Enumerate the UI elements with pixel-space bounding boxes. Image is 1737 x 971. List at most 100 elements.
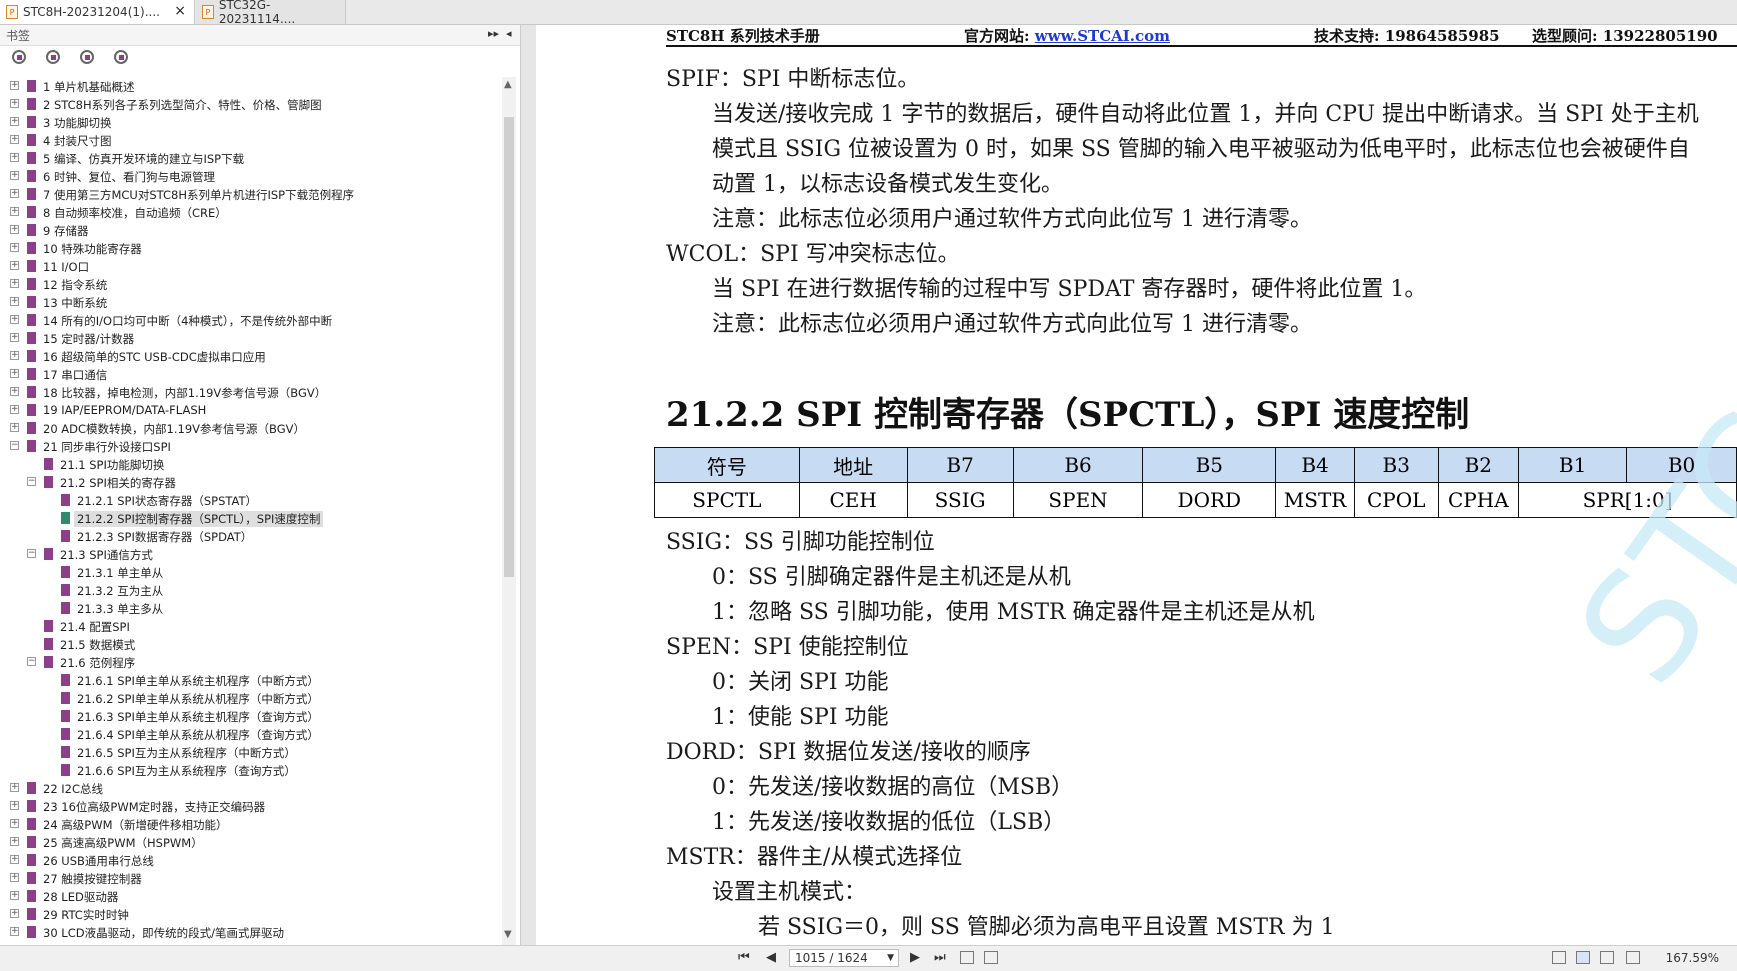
bookmark-item[interactable]: 21.6.3 SPI单主单从系统主机程序（查询方式） <box>0 707 500 725</box>
find-bookmark-icon[interactable] <box>114 50 128 64</box>
expand-icon[interactable]: + <box>10 801 19 810</box>
expand-icon[interactable]: + <box>10 243 19 252</box>
continuous-view-icon[interactable] <box>1576 951 1590 964</box>
fit-width-icon[interactable] <box>984 951 998 964</box>
bookmark-item[interactable]: 21.3.1 单主单从 <box>0 563 500 581</box>
tab-stc8h[interactable]: P STC8H-20231204(1).... × <box>0 0 195 24</box>
expand-icon[interactable]: + <box>10 153 19 162</box>
bookmark-item[interactable]: +25 高速高级PWM（HSPWM） <box>0 833 500 851</box>
bookmark-item[interactable]: +8 自动频率校准，自动追频（CRE） <box>0 203 500 221</box>
facing-view-icon[interactable] <box>1600 951 1614 964</box>
next-page-icon[interactable]: ▶ <box>910 950 920 965</box>
bookmarks-scrollbar[interactable]: ▲ ▼ <box>502 77 516 947</box>
bookmark-item[interactable]: +26 USB通用串行总线 <box>0 851 500 869</box>
expand-icon[interactable]: + <box>10 405 19 414</box>
expand-icon[interactable]: + <box>10 99 19 108</box>
bookmark-item[interactable]: +11 I/O口 <box>0 257 500 275</box>
expand-icon[interactable]: + <box>10 81 19 90</box>
zoom-level[interactable]: 167.59% <box>1666 951 1719 965</box>
bookmark-item[interactable]: +18 比较器，掉电检测，内部1.19V参考信号源（BGV） <box>0 383 500 401</box>
expand-icon[interactable]: + <box>10 783 19 792</box>
chevron-down-icon[interactable]: ▼ <box>887 953 894 963</box>
single-page-view-icon[interactable] <box>1552 951 1566 964</box>
bookmark-item[interactable]: +20 ADC模数转换，内部1.19V参考信号源（BGV） <box>0 419 500 437</box>
scroll-down-icon[interactable]: ▼ <box>504 929 512 940</box>
expand-icon[interactable]: + <box>10 135 19 144</box>
expand-icon[interactable]: + <box>10 909 19 918</box>
bookmark-item[interactable]: +15 定时器/计数器 <box>0 329 500 347</box>
bookmark-item[interactable]: +3 功能脚切换 <box>0 113 500 131</box>
collapse-icon[interactable]: − <box>27 657 36 666</box>
expand-icon[interactable]: + <box>10 117 19 126</box>
collapse-panel-icon[interactable]: ◂ <box>506 27 512 40</box>
bookmark-item[interactable]: +7 使用第三方MCU对STC8H系列单片机进行ISP下载范例程序 <box>0 185 500 203</box>
tab-stc32g[interactable]: P STC32G-20231114.... <box>196 0 346 26</box>
bookmark-item[interactable]: 21.6.2 SPI单主单从系统从机程序（中断方式） <box>0 689 500 707</box>
bookmark-item[interactable]: +30 LCD液晶驱动，即传统的段式/笔画式屏驱动 <box>0 923 500 941</box>
bookmark-item[interactable]: 21.2.2 SPI控制寄存器（SPCTL），SPI速度控制 <box>0 509 500 527</box>
expand-icon[interactable]: + <box>10 351 19 360</box>
expand-icon[interactable]: + <box>10 819 19 828</box>
website-link[interactable]: www.STCAI.com <box>1035 27 1170 45</box>
bookmark-item[interactable]: 21.6.6 SPI互为主从系统程序（查询方式） <box>0 761 500 779</box>
expand-icon[interactable]: + <box>10 333 19 342</box>
expand-icon[interactable]: + <box>10 171 19 180</box>
expand-all-icon[interactable] <box>12 50 26 64</box>
expand-icon[interactable]: + <box>10 315 19 324</box>
add-bookmark-icon[interactable] <box>80 50 94 64</box>
page-number-input[interactable]: 1015 / 1624 ▼ <box>789 949 899 967</box>
prev-page-icon[interactable]: ◀ <box>766 950 776 965</box>
bookmark-item[interactable]: 21.2.3 SPI数据寄存器（SPDAT） <box>0 527 500 545</box>
scrollbar-thumb[interactable] <box>504 117 514 577</box>
bookmark-item[interactable]: − 21.6 范例程序 <box>0 653 500 671</box>
bookmark-item[interactable]: − 21 同步串行外设接口SPI <box>0 437 500 455</box>
collapse-icon[interactable]: − <box>10 441 19 450</box>
bookmark-item[interactable]: +22 I2C总线 <box>0 779 500 797</box>
expand-icon[interactable]: + <box>10 873 19 882</box>
close-tab-icon[interactable]: × <box>174 3 186 19</box>
bookmark-item[interactable]: − 21.3 SPI通信方式 <box>0 545 500 563</box>
bookmark-item[interactable]: +12 指令系统 <box>0 275 500 293</box>
bookmark-item[interactable]: +13 中断系统 <box>0 293 500 311</box>
expand-icon[interactable]: + <box>10 369 19 378</box>
bookmark-item[interactable]: +28 LED驱动器 <box>0 887 500 905</box>
scroll-up-icon[interactable]: ▲ <box>504 79 512 90</box>
expand-icon[interactable]: + <box>10 207 19 216</box>
expand-icon[interactable]: + <box>10 189 19 198</box>
bookmark-item[interactable]: +1 单片机基础概述 <box>0 77 500 95</box>
bookmark-item[interactable]: 21.6.1 SPI单主单从系统主机程序（中断方式） <box>0 671 500 689</box>
first-page-icon[interactable]: ⏮ <box>738 950 750 965</box>
bookmark-item[interactable]: +24 高级PWM（新增硬件移相功能） <box>0 815 500 833</box>
bookmark-item[interactable]: +17 串口通信 <box>0 365 500 383</box>
book-view-icon[interactable] <box>1626 951 1640 964</box>
bookmark-item[interactable]: 21.6.4 SPI单主单从系统从机程序（查询方式） <box>0 725 500 743</box>
bookmark-item[interactable]: +5 编译、仿真开发环境的建立与ISP下载 <box>0 149 500 167</box>
bookmark-item[interactable]: 21.5 数据模式 <box>0 635 500 653</box>
bookmark-item[interactable]: 21.4 配置SPI <box>0 617 500 635</box>
expand-icon[interactable]: + <box>10 297 19 306</box>
bookmark-item[interactable]: 21.1 SPI功能脚切换 <box>0 455 500 473</box>
bookmark-item[interactable]: +14 所有的I/O口均可中断（4种模式），不是传统外部中断 <box>0 311 500 329</box>
collapse-all-icon[interactable] <box>46 50 60 64</box>
expand-icon[interactable]: + <box>10 423 19 432</box>
expand-icon[interactable]: + <box>10 387 19 396</box>
bookmark-item[interactable]: +16 超级简单的STC USB-CDC虚拟串口应用 <box>0 347 500 365</box>
expand-icon[interactable]: + <box>10 891 19 900</box>
fit-page-icon[interactable] <box>960 951 974 964</box>
bookmark-item[interactable]: 21.2.1 SPI状态寄存器（SPSTAT） <box>0 491 500 509</box>
bookmark-item[interactable]: +27 触摸按键控制器 <box>0 869 500 887</box>
bookmark-item[interactable]: +23 16位高级PWM定时器，支持正交编码器 <box>0 797 500 815</box>
bookmark-item[interactable]: +9 存储器 <box>0 221 500 239</box>
bookmark-item[interactable]: +19 IAP/EEPROM/DATA-FLASH <box>0 401 500 419</box>
bookmark-item[interactable]: +6 时钟、复位、看门狗与电源管理 <box>0 167 500 185</box>
bookmark-item[interactable]: +2 STC8H系列各子系列选型简介、特性、价格、管脚图 <box>0 95 500 113</box>
last-page-icon[interactable]: ⏭ <box>934 950 946 965</box>
expand-icon[interactable]: + <box>10 261 19 270</box>
bookmark-item[interactable]: +4 封装尺寸图 <box>0 131 500 149</box>
bookmark-item[interactable]: +10 特殊功能寄存器 <box>0 239 500 257</box>
expand-icon[interactable]: + <box>10 927 19 936</box>
collapse-icon[interactable]: − <box>27 549 36 558</box>
expand-icon[interactable]: + <box>10 225 19 234</box>
expand-panel-icon[interactable]: ▸▸ <box>488 27 499 40</box>
expand-icon[interactable]: + <box>10 279 19 288</box>
